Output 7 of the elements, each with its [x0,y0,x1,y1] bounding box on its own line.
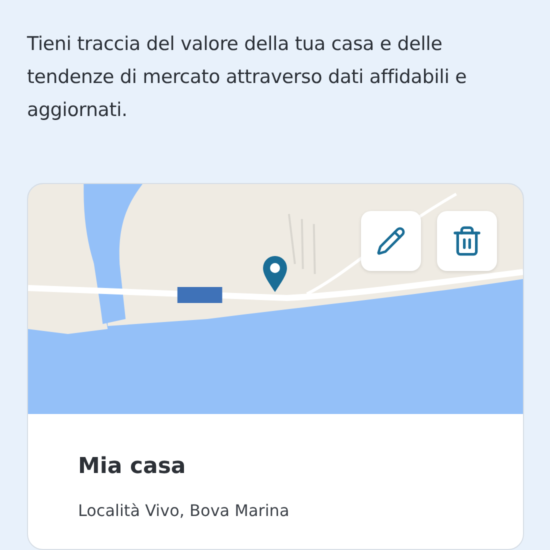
intro-text: Tieni traccia del valore della tua casa e delle tendenze di mercato attraverso dati affidabili e aggiornati. [27,32,468,123]
pencil-icon [376,226,406,256]
property-title: Mia casa [78,454,187,479]
delete-button[interactable] [437,211,497,271]
property-address: Località Vivo, Bova Marina [78,501,290,520]
edit-button[interactable] [361,211,421,271]
trash-icon [451,225,483,257]
